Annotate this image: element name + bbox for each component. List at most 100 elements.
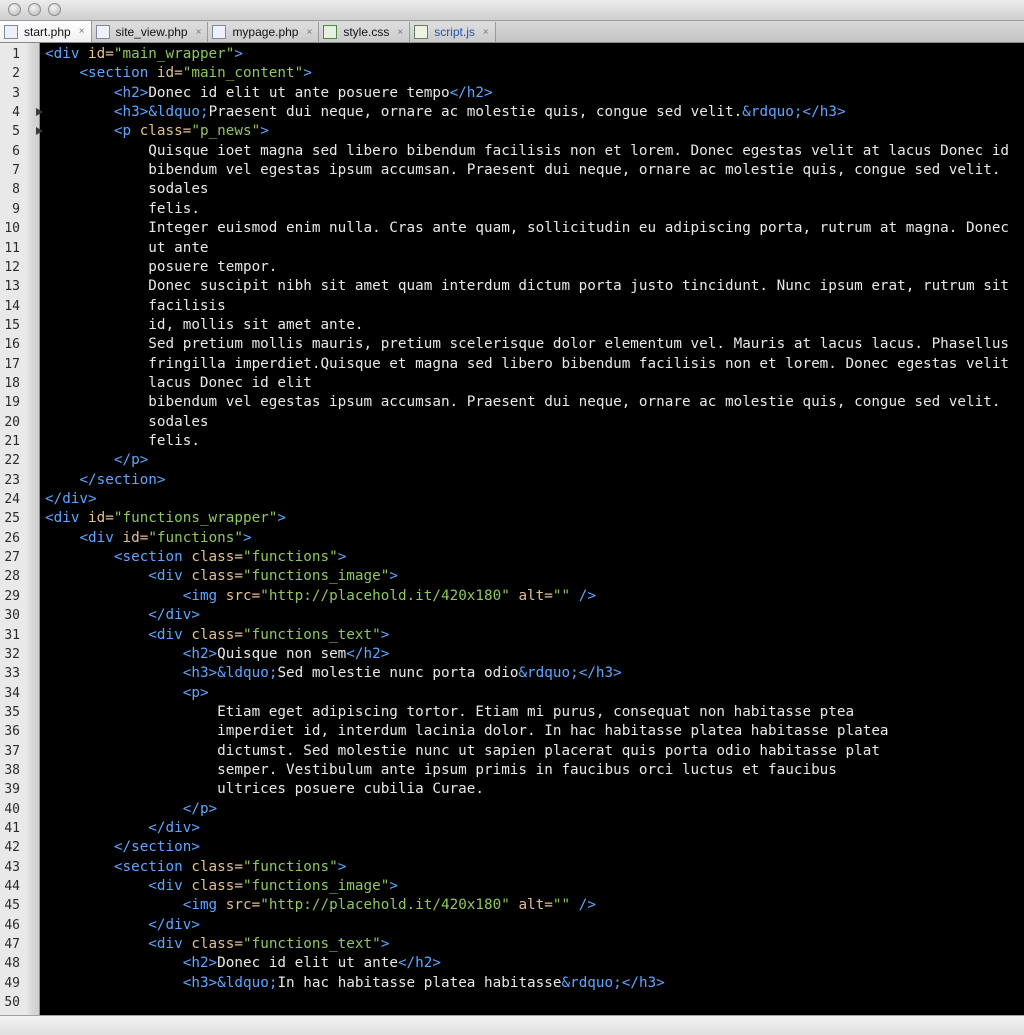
code-text[interactable]: <div id="functions">	[45, 529, 251, 548]
code-text[interactable]: <p class="p_news">	[45, 122, 269, 141]
code-text[interactable]: <div id="main_wrapper">	[45, 45, 243, 64]
minimize-window-button[interactable]	[28, 3, 41, 16]
code-text[interactable]: <h3>&ldquo;Sed molestie nunc porta odio&…	[45, 664, 622, 683]
code-token: <section	[113, 549, 192, 566]
code-text[interactable]: </p>	[45, 451, 148, 470]
code-editor[interactable]: 1 <div id="main_wrapper"> 2 <section id="m…	[0, 45, 1024, 1015]
code-text[interactable]: </div>	[45, 916, 200, 935]
code-token: bibendum vel egestas ipsum accumsan. Pra…	[45, 162, 1010, 179]
code-token: >	[380, 626, 390, 643]
code-token: >	[380, 936, 390, 953]
code-line: 23 </section>	[0, 471, 1024, 490]
code-text[interactable]: semper. Vestibulum ante ipsum primis in …	[45, 761, 837, 780]
code-text[interactable]: Quisque ioet magna sed libero bibendum f…	[45, 142, 1009, 161]
code-line: 20 sodales	[0, 413, 1024, 432]
code-text[interactable]: <section class="functions">	[45, 858, 346, 877]
code-token: />	[578, 587, 596, 604]
code-text[interactable]: felis.	[45, 200, 200, 219]
code-token: "http://placehold.it/420x180"	[260, 897, 510, 914]
code-text[interactable]: <img src="http://placehold.it/420x180" a…	[45, 587, 596, 606]
code-text[interactable]: sodales	[45, 180, 208, 199]
code-line: 42 </section>	[0, 838, 1024, 857]
code-text[interactable]: </div>	[45, 819, 200, 838]
tab-close-icon[interactable]: ×	[196, 27, 202, 38]
code-line: 50	[0, 993, 1024, 1012]
line-number: 20	[4, 414, 20, 430]
code-text[interactable]: <h2>Donec id elit ut ante posuere tempo<…	[45, 84, 493, 103]
zoom-window-button[interactable]	[48, 3, 61, 16]
code-text[interactable]: Sed pretium mollis mauris, pretium scele…	[45, 335, 1009, 354]
line-number: 26	[4, 530, 20, 546]
code-text[interactable]: ut ante	[45, 239, 208, 258]
code-line: 7 bibendum vel egestas ipsum accumsan. P…	[0, 161, 1024, 180]
code-text[interactable]: </section>	[45, 471, 165, 490]
code-text[interactable]: <div class="functions_image">	[45, 877, 398, 896]
horizontal-scrollbar[interactable]	[0, 1015, 1024, 1035]
code-text[interactable]: <h3>&ldquo;In hac habitasse platea habit…	[45, 974, 665, 993]
code-text[interactable]: </section>	[45, 838, 200, 857]
code-line: 30 </div>	[0, 606, 1024, 625]
code-text[interactable]: id, mollis sit amet ante.	[45, 316, 363, 335]
code-text[interactable]: <div id="functions_wrapper">	[45, 509, 286, 528]
code-line: 11 ut ante	[0, 239, 1024, 258]
code-text[interactable]: bibendum vel egestas ipsum accumsan. Pra…	[45, 161, 1009, 180]
code-token: </h2>	[449, 84, 493, 101]
code-text[interactable]: </p>	[45, 800, 217, 819]
code-text[interactable]: <div class="functions_text">	[45, 935, 389, 954]
code-text[interactable]: Integer euismod enim nulla. Cras ante qu…	[45, 219, 1009, 238]
code-text[interactable]: <div class="functions_text">	[45, 626, 389, 645]
code-text[interactable]: felis.	[45, 432, 200, 451]
code-text[interactable]: <p>	[45, 684, 209, 703]
code-line: 26 <div id="functions">	[0, 529, 1024, 548]
code-text[interactable]: <section id="main_content">	[45, 64, 311, 83]
code-text[interactable]: Donec suscipit nibh sit amet quam interd…	[45, 277, 1009, 296]
code-text[interactable]: <h2>Donec id elit ut ante</h2>	[45, 954, 441, 973]
code-text[interactable]: <section class="functions">	[45, 548, 346, 567]
tab-style-css[interactable]: style.css ×	[319, 22, 411, 42]
code-token: src=	[225, 897, 261, 914]
code-text[interactable]: ultrices posuere cubilia Curae.	[45, 780, 484, 799]
close-window-button[interactable]	[8, 3, 21, 16]
code-token: <img	[182, 587, 226, 604]
code-text[interactable]: <h2>Quisque non sem</h2>	[45, 645, 390, 664]
code-text[interactable]: <h3>&ldquo;Praesent dui neque, ornare ac…	[45, 103, 846, 122]
fold-arrow-icon[interactable]	[36, 127, 43, 136]
tab-start-php[interactable]: start.php ×	[0, 21, 92, 42]
code-token: >	[337, 858, 347, 875]
code-text[interactable]: fringilla imperdiet.Quisque et magna sed…	[45, 355, 1009, 374]
code-text[interactable]: bibendum vel egestas ipsum accumsan. Pra…	[45, 393, 1009, 412]
code-text[interactable]: dictumst. Sed molestie nunc ut sapien pl…	[45, 742, 880, 761]
tab-close-icon[interactable]: ×	[79, 26, 85, 37]
code-text[interactable]: imperdiet id, interdum lacinia dolor. In…	[45, 722, 888, 741]
line-number: 31	[4, 627, 20, 643]
code-token: </h2>	[346, 645, 390, 662]
code-text[interactable]: </div>	[45, 606, 200, 625]
line-number: 12	[4, 259, 20, 275]
code-text[interactable]: <img src="http://placehold.it/420x180" a…	[45, 896, 596, 915]
code-text[interactable]: facilisis	[45, 297, 225, 316]
tab-script-js[interactable]: script.js ×	[410, 22, 496, 42]
code-line: 32 <h2>Quisque non sem</h2>	[0, 645, 1024, 664]
tab-mypage-php[interactable]: mypage.php ×	[208, 22, 320, 42]
code-text[interactable]: </div>	[45, 490, 97, 509]
code-token: />	[578, 897, 596, 914]
fold-arrow-icon[interactable]	[36, 108, 43, 117]
tab-close-icon[interactable]: ×	[483, 27, 489, 38]
tab-site_view-php[interactable]: site_view.php ×	[91, 22, 209, 42]
code-token: "functions_text"	[243, 626, 381, 643]
code-line: 17 fringilla imperdiet.Quisque et magna …	[0, 355, 1024, 374]
tab-close-icon[interactable]: ×	[397, 27, 403, 38]
code-text[interactable]: <div class="functions_image">	[45, 567, 398, 586]
code-text[interactable]: lacus Donec id elit	[45, 374, 312, 393]
code-text[interactable]: sodales	[45, 413, 208, 432]
code-text[interactable]: posuere tempor.	[45, 258, 277, 277]
tab-close-icon[interactable]: ×	[306, 27, 312, 38]
code-text[interactable]: Etiam eget adipiscing tortor. Etiam mi p…	[45, 703, 854, 722]
